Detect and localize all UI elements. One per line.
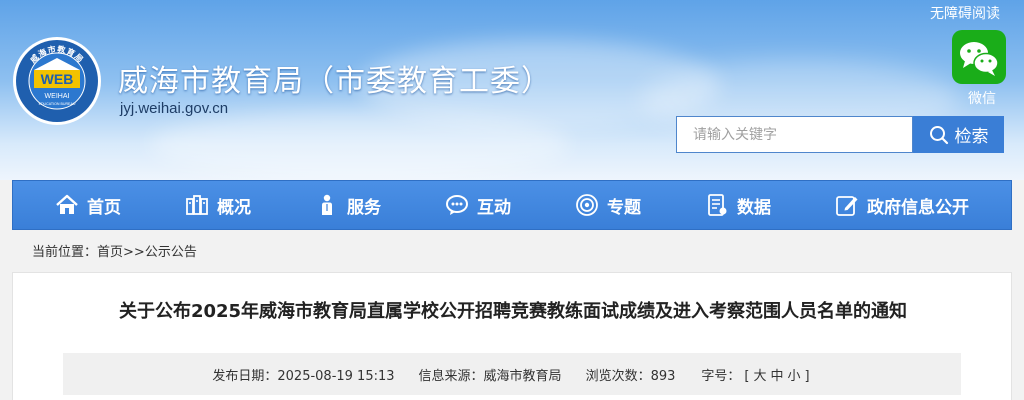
building-icon [186,195,208,215]
nav-item-label: 概况 [217,197,251,218]
breadcrumb-home-link[interactable]: 首页 [97,245,123,260]
nav-item-service[interactable]: 服务 [315,193,381,218]
nav-item-label: 政府信息公开 [867,197,969,218]
breadcrumb-current-link[interactable]: 公示公告 [145,245,197,260]
publish-date-value: 2025-08-19 15:13 [277,368,395,384]
nav-item-home[interactable]: 首页 [55,193,121,218]
home-icon [56,194,78,214]
article-title: 关于公布2025年威海市教育局直属学校公开招聘竞赛教练面试成绩及进入考察范围人员… [118,301,908,322]
nav-item-label: 数据 [737,197,771,218]
breadcrumb-prefix: 当前位置： [32,245,98,260]
search-input[interactable] [676,116,913,153]
info-source-value: 威海市教育局 [483,368,562,384]
logo-small-text: EDUCATION BUREAU [39,102,76,106]
nav-item-label: 首页 [87,197,121,218]
nav-item-topics[interactable]: 专题 [575,193,641,218]
target-icon [576,194,598,216]
site-header: 威海市教育局 WEB WEIHAI EDUCATION BUREAU 威海市教育… [0,0,1024,180]
font-size-label: 字号： [701,368,741,384]
nav-item-data[interactable]: 数据 [705,193,771,218]
nav-item-label: 服务 [347,197,381,218]
font-size-close-bracket: ] [804,368,810,384]
cloud-decoration [150,110,570,180]
font-size-switcher: 字号：[ 大中小] [699,365,811,384]
info-source: 信息来源：威海市教育局 [419,365,562,384]
font-size-medium-button[interactable]: 中 [771,369,784,384]
data-icon [708,194,727,216]
search-button[interactable]: 检索 [913,116,1004,153]
view-count-value: 893 [650,368,676,384]
font-size-small-button[interactable]: 小 [788,369,801,384]
site-logo[interactable]: 威海市教育局 WEB WEIHAI EDUCATION BUREAU [12,36,102,126]
person-icon [322,194,332,215]
logo-sub-text: WEIHAI [45,93,70,100]
nav-item-interaction[interactable]: 互动 [445,193,511,218]
wechat-label: 微信 [968,91,996,107]
breadcrumb: 当前位置：首页>>公示公告 [32,241,197,260]
publish-date: 发布日期：2025-08-19 15:13 [212,365,394,384]
publish-date-label: 发布日期： [212,368,278,384]
chat-icon [446,195,468,215]
site-domain: jyj.weihai.gov.cn [120,100,229,117]
article-meta-bar: 发布日期：2025-08-19 15:13 信息来源：威海市教育局 浏览次数：8… [63,353,961,395]
search-icon [929,125,948,144]
view-count: 浏览次数：893 [586,365,676,384]
breadcrumb-separator: >> [123,245,145,260]
nav-item-overview[interactable]: 概况 [185,193,251,218]
main-nav: 首页 概况 服务 互动 专题 数据 政府信息公开 [12,180,1012,230]
nav-item-label: 互动 [477,197,511,218]
info-source-label: 信息来源： [418,368,484,384]
nav-item-gov-info[interactable]: 政府信息公开 [835,193,969,218]
edit-icon [836,196,858,216]
font-size-open-bracket: [ [744,368,750,384]
font-size-large-button[interactable]: 大 [754,369,767,384]
accessible-read-link[interactable]: 无障碍阅读 [930,3,1000,23]
site-title[interactable]: 威海市教育局（市委教育工委） [118,56,552,100]
view-count-label: 浏览次数： [585,368,651,384]
nav-item-label: 专题 [607,197,641,218]
logo-main-text: WEB [41,71,74,87]
article-container: 关于公布2025年威海市教育局直属学校公开招聘竞赛教练面试成绩及进入考察范围人员… [12,272,1012,400]
search-button-label: 检索 [954,127,989,147]
wechat-icon[interactable] [952,30,1006,84]
